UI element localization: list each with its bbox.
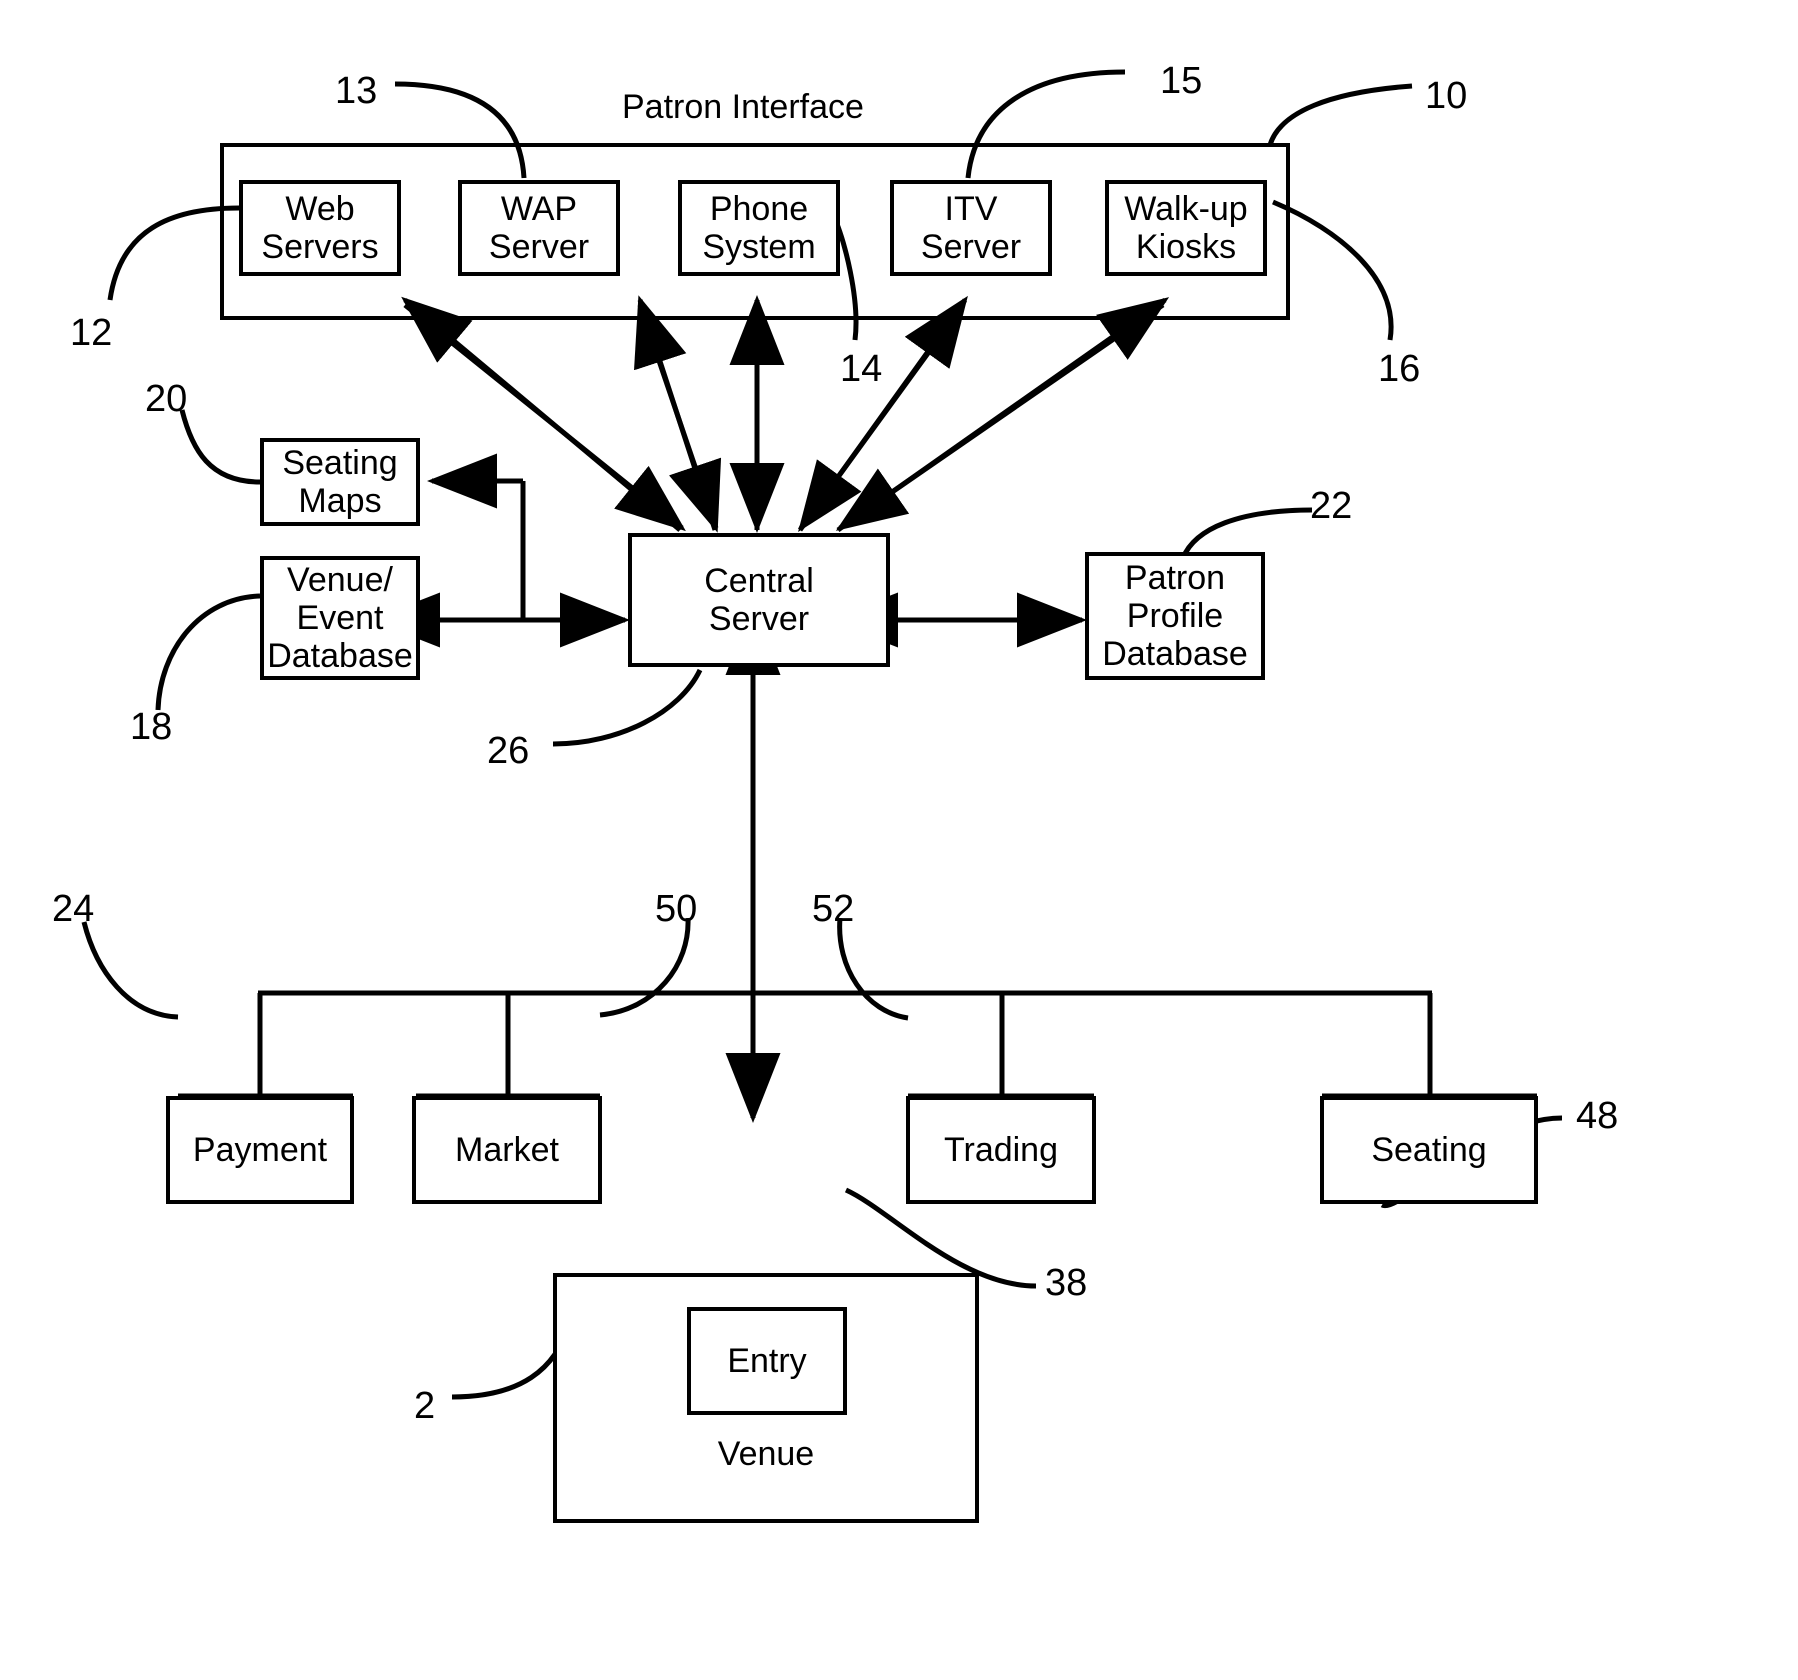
node-patron-profile-database-line3: Database xyxy=(1102,635,1248,674)
ref-numeral-10: 10 xyxy=(1425,75,1468,117)
node-wap-server-line2: Server xyxy=(488,228,590,266)
patron-interface-title: Patron Interface xyxy=(622,88,864,126)
node-itv-server-line1: ITV xyxy=(944,189,998,228)
arrow-kiosks-to-server xyxy=(835,302,1165,531)
node-web-servers-line1: Web xyxy=(285,189,355,228)
node-wap-server[interactable]: WAP Server xyxy=(458,180,620,276)
node-patron-profile-database-line2: Profile xyxy=(1126,596,1224,635)
node-venue-event-database-line1: Venue/ xyxy=(287,560,393,599)
node-walk-up-kiosks[interactable]: Walk-up Kiosks xyxy=(1105,180,1267,276)
leader-16 xyxy=(1272,199,1394,341)
node-seating[interactable]: Seating xyxy=(1320,1096,1538,1204)
ref-numeral-26: 26 xyxy=(487,730,530,772)
node-seating-maps[interactable]: Seating Maps xyxy=(260,438,420,526)
ref-numeral-24: 24 xyxy=(52,888,95,930)
ref-numeral-52: 52 xyxy=(812,888,855,930)
leader-50 xyxy=(599,917,691,1018)
node-walk-up-kiosks-line2: Kiosks xyxy=(1135,228,1237,266)
node-patron-profile-database[interactable]: Patron Profile Database xyxy=(1085,552,1265,680)
ref-numeral-13: 13 xyxy=(335,70,378,112)
leader-20 xyxy=(179,409,261,485)
ref-numeral-20: 20 xyxy=(145,378,188,420)
ref-numeral-15: 15 xyxy=(1160,60,1203,102)
leader-22 xyxy=(1180,507,1313,560)
leader-10 xyxy=(1267,83,1413,146)
ref-numeral-48: 48 xyxy=(1576,1095,1619,1137)
node-market[interactable]: Market xyxy=(412,1096,602,1204)
ref-numeral-38: 38 xyxy=(1045,1262,1088,1304)
node-payment[interactable]: Payment xyxy=(166,1096,354,1204)
leader-18 xyxy=(155,593,261,711)
node-phone-system-line1: Phone xyxy=(709,189,809,228)
node-venue-event-database-line3: Database xyxy=(267,637,413,676)
node-itv-server[interactable]: ITV Server xyxy=(890,180,1052,276)
ref-numeral-22: 22 xyxy=(1310,485,1353,527)
node-seating-maps-line1: Seating xyxy=(282,443,398,482)
leader-24 xyxy=(81,921,179,1020)
node-payment-label: Payment xyxy=(192,1130,328,1169)
patent-figure: Patron Interface Web Servers WAP Server … xyxy=(0,0,1798,1680)
node-seating-maps-line2: Maps xyxy=(298,482,382,520)
leader-26 xyxy=(552,668,703,747)
node-patron-profile-database-line1: Patron xyxy=(1124,558,1226,597)
node-central-server-line1: Central xyxy=(704,561,814,600)
node-phone-system-line2: System xyxy=(702,228,816,266)
ref-numeral-50: 50 xyxy=(655,888,698,930)
node-entry[interactable]: Entry xyxy=(687,1307,847,1415)
arrow-web-servers-to-server xyxy=(403,303,686,532)
ref-numeral-14: 14 xyxy=(840,348,883,390)
node-itv-server-line2: Server xyxy=(920,228,1022,266)
node-walk-up-kiosks-line1: Walk-up xyxy=(1124,189,1248,228)
ref-numeral-18: 18 xyxy=(130,706,173,748)
node-entry-label: Entry xyxy=(727,1341,807,1380)
leader-52 xyxy=(837,917,909,1021)
node-venue-event-database-line2: Event xyxy=(296,598,384,637)
leader-38 xyxy=(844,1187,1037,1289)
node-seating-label: Seating xyxy=(1371,1130,1487,1169)
node-trading-label: Trading xyxy=(943,1130,1059,1169)
ref-numeral-2: 2 xyxy=(414,1385,436,1427)
node-web-servers-line2: Servers xyxy=(261,228,379,266)
arrow-wap-to-server xyxy=(637,304,722,533)
node-venue-label: Venue xyxy=(717,1434,815,1473)
node-phone-system[interactable]: Phone System xyxy=(678,180,840,276)
node-central-server-line2: Server xyxy=(708,600,810,638)
ref-numeral-16: 16 xyxy=(1378,348,1421,390)
node-trading[interactable]: Trading xyxy=(906,1096,1096,1204)
ref-numeral-12: 12 xyxy=(70,312,113,354)
node-central-server[interactable]: Central Server xyxy=(628,533,890,667)
node-market-label: Market xyxy=(455,1130,559,1169)
node-web-servers[interactable]: Web Servers xyxy=(239,180,401,276)
arrow-itv-to-server xyxy=(798,303,966,533)
node-venue-event-database[interactable]: Venue/ Event Database xyxy=(260,556,420,680)
node-wap-server-line1: WAP xyxy=(500,189,578,228)
